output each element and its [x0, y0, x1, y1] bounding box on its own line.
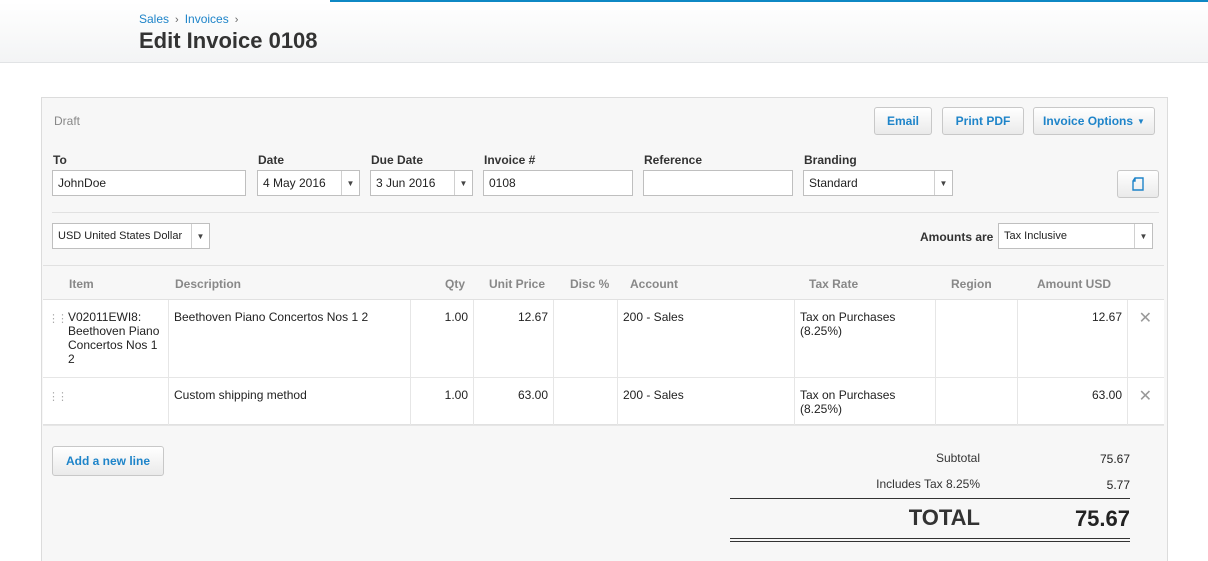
tax-rate-cell[interactable]: Tax on Purchases (8.25%) — [795, 378, 936, 425]
item-cell[interactable]: V02011EWI8: Beethoven Piano Concertos No… — [63, 300, 169, 377]
date-label: Date — [258, 153, 285, 167]
item-cell[interactable] — [63, 378, 169, 425]
invoice-number-input[interactable]: 0108 — [483, 170, 633, 196]
branding-value: Standard — [809, 176, 858, 190]
amount-cell[interactable]: 12.67 — [1018, 300, 1128, 377]
line-items-table: Item Description Qty Unit Price Disc % A… — [43, 265, 1164, 426]
unit-price-cell[interactable]: 63.00 — [474, 378, 554, 425]
date-dropdown-icon[interactable]: ▼ — [341, 171, 359, 195]
branding-select[interactable]: Standard ▼ — [803, 170, 953, 196]
reference-input[interactable] — [643, 170, 793, 196]
invoice-options-button[interactable]: Invoice Options ▼ — [1033, 107, 1155, 135]
to-value: JohnDoe — [58, 176, 107, 190]
breadcrumb-invoices[interactable]: Invoices — [185, 12, 229, 26]
section-divider — [52, 212, 1159, 213]
unit-price-cell[interactable]: 12.67 — [474, 300, 554, 377]
total-double-underline — [730, 538, 1130, 542]
qty-cell[interactable]: 1.00 — [411, 300, 474, 377]
amounts-are-value: Tax Inclusive — [1004, 230, 1067, 242]
table-header: Item Description Qty Unit Price Disc % A… — [43, 266, 1164, 300]
delete-row-icon[interactable]: ✕ — [1139, 308, 1152, 328]
add-new-line-button[interactable]: Add a new line — [52, 446, 164, 476]
table-row[interactable]: ⋮⋮ Custom shipping method 1.00 63.00 200… — [43, 378, 1164, 426]
date-input[interactable]: 4 May 2016 ▼ — [257, 170, 360, 196]
column-header-unit-price: Unit Price — [489, 277, 546, 291]
amount-cell[interactable]: 63.00 — [1018, 378, 1128, 425]
copy-button[interactable] — [1117, 170, 1159, 198]
page-header: Sales › Invoices › Edit Invoice 0108 — [0, 2, 1208, 63]
chevron-right-icon: › — [175, 14, 179, 26]
print-pdf-button-label: Print PDF — [955, 114, 1011, 128]
reference-label: Reference — [644, 153, 703, 167]
region-cell[interactable] — [936, 378, 1018, 425]
to-label: To — [53, 153, 67, 167]
print-pdf-button[interactable]: Print PDF — [942, 107, 1024, 135]
column-header-account: Account — [630, 277, 678, 291]
description-cell[interactable]: Beethoven Piano Concertos Nos 1 2 — [169, 300, 411, 377]
invoice-panel: Draft Email Print PDF Invoice Options ▼ T… — [41, 97, 1168, 561]
column-header-tax-rate: Tax Rate — [809, 277, 859, 291]
subtotal-label: Subtotal — [935, 451, 980, 465]
status-badge: Draft — [54, 114, 81, 128]
delete-row-icon[interactable]: ✕ — [1139, 386, 1152, 406]
due-date-value: 3 Jun 2016 — [376, 176, 436, 190]
to-input[interactable]: JohnDoe — [52, 170, 246, 196]
add-new-line-label: Add a new line — [65, 454, 150, 468]
chevron-right-icon: › — [234, 14, 239, 26]
amounts-are-label: Amounts are — [920, 230, 994, 244]
totals-divider — [730, 498, 1130, 499]
breadcrumb-sales[interactable]: Sales — [139, 12, 169, 26]
page-title: Edit Invoice 0108 — [139, 28, 318, 53]
column-header-description: Description — [175, 277, 242, 291]
table-row[interactable]: ⋮⋮ V02011EWI8: Beethoven Piano Concertos… — [43, 300, 1164, 378]
breadcrumb: Sales › Invoices › — [139, 12, 244, 26]
email-button[interactable]: Email — [874, 107, 932, 135]
due-date-label: Due Date — [371, 153, 424, 167]
email-button-label: Email — [886, 114, 919, 128]
invoice-number-label: Invoice # — [484, 153, 536, 167]
discount-cell[interactable] — [554, 378, 618, 425]
description-cell[interactable]: Custom shipping method — [169, 378, 411, 425]
account-cell[interactable]: 200 - Sales — [618, 378, 795, 425]
amounts-are-dropdown-icon[interactable]: ▼ — [1134, 224, 1152, 248]
branding-label: Branding — [804, 153, 857, 167]
invoice-options-label: Invoice Options — [1043, 114, 1134, 128]
total-value: 75.67 — [1074, 506, 1130, 531]
tax-label: Includes Tax 8.25% — [876, 477, 980, 491]
column-header-discount: Disc % — [570, 277, 610, 291]
currency-value: USD United States Dollar — [58, 230, 183, 242]
column-header-qty: Qty — [445, 277, 466, 291]
amounts-are-select[interactable]: Tax Inclusive ▼ — [998, 223, 1153, 249]
caret-down-icon: ▼ — [1137, 116, 1145, 126]
currency-select[interactable]: USD United States Dollar ▼ — [52, 223, 210, 249]
region-cell[interactable] — [936, 300, 1018, 377]
column-header-region: Region — [951, 277, 992, 291]
tax-rate-cell[interactable]: Tax on Purchases (8.25%) — [795, 300, 936, 377]
column-header-amount: Amount USD — [1037, 277, 1111, 291]
copy-icon — [1132, 177, 1144, 191]
qty-cell[interactable]: 1.00 — [411, 378, 474, 425]
tax-value: 5.77 — [1106, 478, 1130, 492]
subtotal-value: 75.67 — [1099, 452, 1130, 466]
total-label: TOTAL — [908, 505, 980, 530]
discount-cell[interactable] — [554, 300, 618, 377]
invoice-number-value: 0108 — [489, 176, 516, 190]
date-value: 4 May 2016 — [263, 176, 326, 190]
account-cell[interactable]: 200 - Sales — [618, 300, 795, 377]
column-header-item: Item — [69, 277, 94, 291]
currency-dropdown-icon[interactable]: ▼ — [191, 224, 209, 248]
branding-dropdown-icon[interactable]: ▼ — [934, 171, 952, 195]
due-date-input[interactable]: 3 Jun 2016 ▼ — [370, 170, 473, 196]
due-date-dropdown-icon[interactable]: ▼ — [454, 171, 472, 195]
